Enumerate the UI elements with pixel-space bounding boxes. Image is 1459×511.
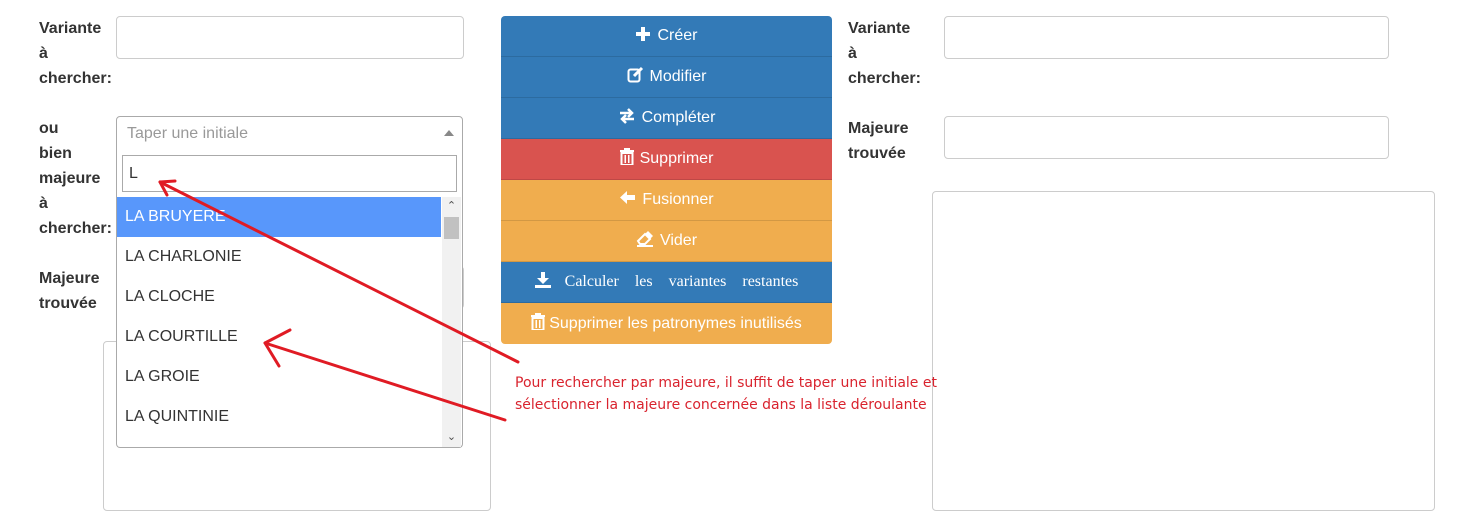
annotation-line-1: Pour rechercher par majeure, il suffit d… — [515, 375, 937, 391]
trash-icon — [531, 312, 546, 335]
arrow-left-icon — [619, 190, 636, 210]
select-results: LA BRUYERE LA CHARLONIE LA CLOCHE LA COU… — [117, 197, 441, 437]
select-option[interactable]: LA QUINTINIE — [117, 397, 441, 437]
select-option[interactable]: LA GROIE — [117, 357, 441, 397]
variante-label-right: Variante à chercher: — [848, 20, 921, 87]
select-option[interactable]: LA COURTILLE — [117, 317, 441, 357]
variante-label-left: Variante à chercher: — [39, 20, 112, 87]
results-scrollbar[interactable]: ⌃ ⌄ — [442, 197, 461, 447]
majeure-trouvee-input-right[interactable] — [944, 116, 1389, 159]
calculer-label: Calculer les variantes restantes — [564, 273, 799, 290]
trash-icon — [619, 148, 634, 170]
select-search-input[interactable] — [122, 155, 457, 192]
variante-input-right[interactable] — [944, 16, 1389, 59]
annotation-text: Pour rechercher par majeure, il suffit d… — [515, 372, 937, 416]
ou-majeure-label: ou bien majeure à chercher: — [39, 120, 112, 237]
select-dropdown: LA BRUYERE LA CHARLONIE LA CLOCHE LA COU… — [116, 150, 463, 448]
caret-up-icon — [444, 130, 454, 136]
supprimer-patronymes-label: Supprimer les patronymes inutilisés — [549, 314, 802, 332]
supprimer-button[interactable]: Supprimer — [501, 139, 832, 180]
select-option[interactable]: LA CHARLONIE — [117, 237, 441, 277]
eraser-icon — [636, 230, 654, 252]
modifier-button[interactable]: Modifier — [501, 57, 832, 98]
select-option[interactable]: LA BRUYERE — [117, 197, 441, 237]
scrollbar-thumb[interactable] — [444, 217, 459, 239]
annotation-line-2: sélectionner la majeure concernée dans l… — [515, 397, 927, 413]
exchange-icon — [618, 107, 636, 129]
creer-label: Créer — [657, 27, 698, 44]
results-textarea-right[interactable] — [932, 191, 1435, 511]
select-placeholder: Taper une initiale — [127, 125, 248, 142]
majeure-trouvee-label-right: Majeure trouvée — [848, 120, 909, 162]
supprimer-label: Supprimer — [639, 150, 714, 167]
creer-button[interactable]: Créer — [501, 16, 832, 57]
modifier-label: Modifier — [649, 68, 707, 85]
download-icon — [534, 271, 551, 293]
fusionner-label: Fusionner — [642, 191, 714, 208]
majeure-select[interactable]: Taper une initiale — [116, 116, 463, 151]
variante-input-left[interactable] — [116, 16, 464, 59]
vider-label: Vider — [659, 232, 698, 249]
action-buttons: Créer Modifier Compléter Supprimer Fusio… — [501, 16, 832, 344]
scroll-down-icon[interactable]: ⌄ — [446, 432, 457, 443]
scroll-up-icon[interactable]: ⌃ — [446, 201, 457, 212]
completer-label: Compléter — [641, 109, 716, 126]
supprimer-patronymes-button[interactable]: Supprimer les patronymes inutilisés — [501, 303, 832, 344]
edit-icon — [627, 66, 644, 88]
plus-icon — [635, 26, 651, 47]
select-option[interactable]: LA CLOCHE — [117, 277, 441, 317]
majeure-trouvee-label-left: Majeure trouvée — [39, 270, 100, 312]
fusionner-button[interactable]: Fusionner — [501, 180, 832, 221]
calculer-button[interactable]: Calculer les variantes restantes — [501, 262, 832, 303]
completer-button[interactable]: Compléter — [501, 98, 832, 139]
vider-button[interactable]: Vider — [501, 221, 832, 262]
